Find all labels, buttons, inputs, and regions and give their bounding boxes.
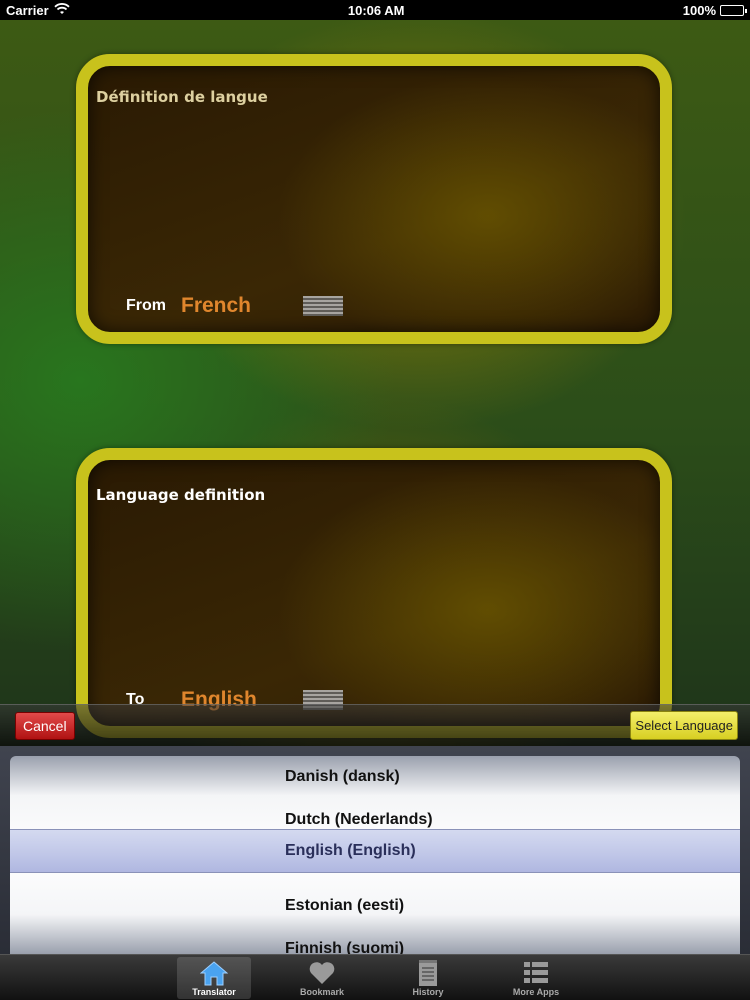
tab-history[interactable]: History bbox=[391, 957, 465, 999]
picker-option[interactable]: Danish (dansk) bbox=[10, 756, 740, 798]
picker-option[interactable]: Estonian (eesti) bbox=[10, 884, 740, 927]
picker-option[interactable]: Finnish (suomi) bbox=[10, 927, 740, 955]
heart-icon bbox=[307, 959, 337, 987]
picker-selected-option[interactable]: English (English) bbox=[10, 829, 740, 873]
carrier-text: Carrier bbox=[6, 2, 49, 18]
list-icon bbox=[521, 959, 551, 987]
status-bar: Carrier 10:06 AM 100% bbox=[0, 0, 750, 20]
wifi-icon bbox=[54, 2, 70, 18]
tab-label: Translator bbox=[192, 987, 236, 997]
source-panel[interactable]: Définition de langue From French bbox=[76, 54, 672, 344]
target-panel[interactable]: Language definition To English bbox=[76, 448, 672, 738]
battery-icon bbox=[720, 4, 747, 16]
tab-label: History bbox=[412, 987, 444, 997]
clock: 10:06 AM bbox=[347, 2, 405, 18]
house-icon bbox=[199, 959, 229, 987]
from-label: From bbox=[126, 297, 166, 314]
tab-label: Bookmark bbox=[299, 987, 344, 997]
battery-percent: 100% bbox=[682, 2, 716, 18]
target-panel-title: Language definition bbox=[96, 486, 266, 504]
source-panel-title: Définition de langue bbox=[96, 88, 268, 106]
tab-bookmark[interactable]: Bookmark bbox=[285, 957, 359, 999]
tab-more-apps[interactable]: More Apps bbox=[499, 957, 573, 999]
cancel-button[interactable]: Cancel bbox=[15, 711, 75, 740]
lines-icon[interactable] bbox=[303, 296, 343, 316]
status-right: 100% bbox=[682, 2, 747, 18]
status-left: Carrier bbox=[6, 3, 70, 18]
select-language-button[interactable]: Select Language bbox=[630, 711, 738, 740]
source-language-row[interactable]: From French bbox=[126, 294, 343, 318]
picker-toolbar: Cancel Select Language bbox=[0, 704, 750, 746]
tab-bar: Translator Bookmark History More Apps bbox=[0, 954, 750, 1000]
notepad-icon bbox=[413, 959, 443, 987]
tab-label: More Apps bbox=[512, 987, 560, 997]
tab-translator[interactable]: Translator bbox=[177, 957, 251, 999]
source-language[interactable]: French bbox=[181, 294, 303, 318]
